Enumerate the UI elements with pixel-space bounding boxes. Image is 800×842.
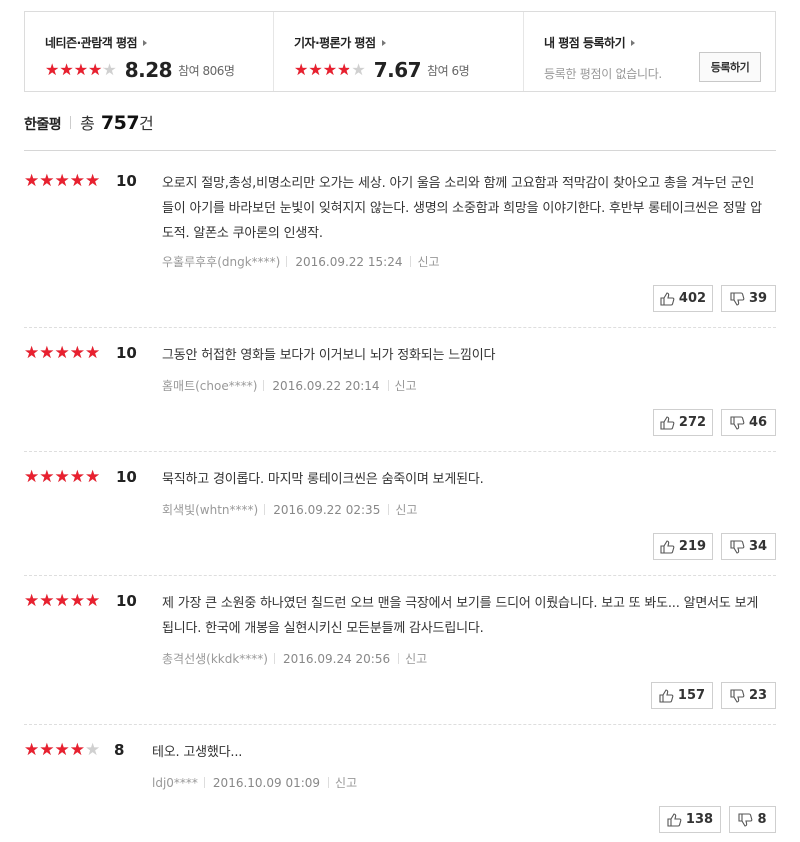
review-score: 10	[116, 172, 137, 190]
like-button[interactable]: 402	[653, 285, 713, 312]
review-date: 2016.09.24 20:56	[283, 652, 391, 666]
dislike-button[interactable]: 39	[721, 285, 776, 312]
review-date: 2016.09.22 20:14	[272, 379, 380, 393]
netizen-rating-link[interactable]: 네티즌·관람객 평점	[45, 34, 273, 51]
dislike-button[interactable]: 8	[729, 806, 776, 833]
review-text: 묵직하고 경이롭다. 마지막 롱테이크씬은 숨죽이며 보게된다.	[162, 472, 484, 487]
review-author[interactable]: 우홀루후후(dngk****)	[162, 255, 280, 269]
critic-rating: 기자·평론가 평점 ★★★★★★★★★★ 7.67 참여 6명	[274, 12, 524, 91]
critic-participants: 참여 6명	[427, 63, 470, 78]
report-link[interactable]: 신고	[417, 255, 439, 269]
netizen-participants: 참여 806명	[178, 63, 235, 78]
review-list-header: 한줄평 총 757 건	[24, 110, 154, 134]
rating-summary: 네티즌·관람객 평점 ★★★★★★★★★★ 8.28 참여 806명 기자·평론…	[24, 11, 776, 92]
dislike-button[interactable]: 23	[721, 682, 776, 709]
review-meta: ldj0**** 2016.10.09 01:09 신고	[152, 774, 357, 791]
like-button[interactable]: 219	[653, 533, 713, 560]
report-link[interactable]: 신고	[335, 776, 357, 790]
report-link[interactable]: 신고	[395, 379, 417, 393]
review-divider	[24, 575, 776, 576]
like-button[interactable]: 138	[659, 806, 721, 833]
netizen-score: 8.28	[124, 58, 173, 82]
thumbs-down-icon	[730, 291, 745, 306]
thumbs-up-icon	[660, 291, 675, 306]
review-text: 테오. 고생했다...	[152, 745, 243, 760]
review-author[interactable]: 회색빛(whtn****)	[162, 503, 258, 517]
review-meta: 회색빛(whtn****) 2016.09.22 02:35 신고	[162, 501, 417, 518]
review-divider	[24, 327, 776, 328]
review-author[interactable]: 총격선생(kkdk****)	[162, 652, 268, 666]
star-rating: ★★★★★★★★★★	[24, 343, 101, 363]
review-count: 757	[100, 112, 140, 134]
arrow-right-icon	[381, 40, 386, 46]
star-rating: ★★★★★★★★★★	[24, 591, 101, 611]
review-score: 10	[116, 592, 137, 610]
dislike-button[interactable]: 34	[721, 533, 776, 560]
thumbs-down-icon	[738, 812, 753, 827]
register-rating-button[interactable]: 등록하기	[699, 52, 761, 82]
review-divider	[24, 724, 776, 725]
review-author[interactable]: 홈매트(choe****)	[162, 379, 257, 393]
review-score: 10	[116, 344, 137, 362]
star-rating: ★★★★★★★★★★	[24, 740, 101, 760]
like-button[interactable]: 157	[651, 682, 713, 709]
thumbs-up-icon	[660, 539, 675, 554]
critic-rating-link[interactable]: 기자·평론가 평점	[294, 34, 523, 51]
list-title: 한줄평	[24, 117, 62, 133]
count-unit: 건	[139, 114, 154, 133]
review-date: 2016.09.22 02:35	[273, 503, 381, 517]
divider	[70, 115, 72, 129]
dislike-button[interactable]: 46	[721, 409, 776, 436]
report-link[interactable]: 신고	[395, 503, 417, 517]
like-button[interactable]: 272	[653, 409, 713, 436]
thumbs-up-icon	[660, 415, 675, 430]
review-score: 10	[116, 468, 137, 486]
report-link[interactable]: 신고	[405, 652, 427, 666]
review-score: 8	[114, 741, 125, 759]
my-rating-link[interactable]: 내 평점 등록하기	[544, 34, 775, 51]
review-meta: 홈매트(choe****) 2016.09.22 20:14 신고	[162, 377, 417, 394]
star-rating: ★★★★★★★★★★	[294, 60, 366, 79]
review-author[interactable]: ldj0****	[152, 776, 198, 790]
critic-score: 7.67	[373, 58, 422, 82]
star-rating: ★★★★★★★★★★	[24, 171, 101, 191]
total-label: 총	[80, 114, 95, 133]
review-text: 제 가장 큰 소원중 하나였던 칠드런 오브 맨을 극장에서 보기를 드디어 이…	[162, 596, 759, 636]
star-rating: ★★★★★★★★★★	[45, 60, 117, 79]
review-meta: 우홀루후후(dngk****) 2016.09.22 15:24 신고	[162, 253, 440, 270]
my-rating: 내 평점 등록하기 등록한 평점이 없습니다. 등록하기	[524, 12, 775, 91]
review-divider	[24, 451, 776, 452]
review-date: 2016.09.22 15:24	[295, 255, 403, 269]
star-rating: ★★★★★★★★★★	[24, 467, 101, 487]
header-divider	[24, 150, 776, 151]
netizen-rating: 네티즌·관람객 평점 ★★★★★★★★★★ 8.28 참여 806명	[25, 12, 274, 91]
review-text: 그동안 허접한 영화들 보다가 이거보니 뇌가 정화되는 느낌이다	[162, 348, 496, 363]
thumbs-up-icon	[667, 812, 682, 827]
review-text: 오로지 절망,총성,비명소리만 오가는 세상. 아기 울음 소리와 함께 고요함…	[162, 176, 762, 241]
arrow-right-icon	[143, 40, 148, 46]
review-meta: 총격선생(kkdk****) 2016.09.24 20:56 신고	[162, 650, 427, 667]
thumbs-down-icon	[730, 688, 745, 703]
thumbs-up-icon	[659, 688, 674, 703]
thumbs-down-icon	[730, 415, 745, 430]
review-date: 2016.10.09 01:09	[212, 776, 321, 790]
arrow-right-icon	[631, 40, 636, 46]
thumbs-down-icon	[730, 539, 745, 554]
